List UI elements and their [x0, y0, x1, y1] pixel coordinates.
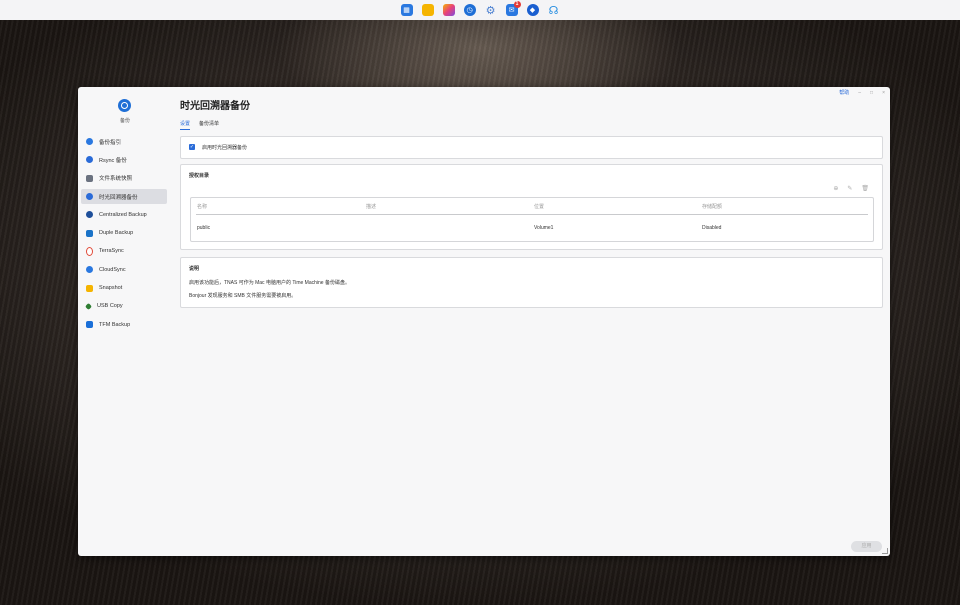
panel-title: 授权目录: [189, 173, 210, 179]
duple-backup-icon: [86, 229, 93, 237]
time-machine-icon: [86, 193, 93, 201]
app-label: 备份: [119, 118, 130, 124]
sidebar-item-guide[interactable]: 备份指引: [81, 134, 167, 149]
sidebar-item-usb-copy[interactable]: USB Copy: [81, 299, 167, 314]
rsync-icon: [86, 156, 93, 164]
sidebar-item-centralized-backup[interactable]: Centralized Backup: [81, 207, 167, 222]
shared-folder-panel: 授权目录 ⊕ ✎ 🗑 名称 描述 位置 存储配额 public Volume1: [180, 164, 883, 250]
notes-line: Bonjour 发现服务和 SMB 文件服务需要被启用。: [189, 293, 297, 299]
cell-name: public: [197, 225, 211, 231]
edit-icon[interactable]: ✎: [847, 185, 852, 192]
enable-checkbox[interactable]: ✓: [189, 144, 195, 150]
mail-icon[interactable]: ✉ 1: [505, 1, 521, 16]
snapshot-icon: [86, 284, 93, 292]
headset-icon[interactable]: ☊: [548, 4, 560, 17]
window-controls: 帮助 – □ ×: [839, 89, 885, 97]
help-link[interactable]: 帮助: [839, 89, 849, 96]
sidebar-item-fs-snapshot[interactable]: 文件系统快照: [81, 171, 167, 186]
cube-app-icon[interactable]: ◆: [526, 4, 539, 16]
apply-button[interactable]: 应用: [851, 541, 882, 552]
shared-folder-table: 名称 描述 位置 存储配额 public Volume1 Disabled: [190, 197, 874, 242]
enable-panel: ✓ 启用时光回溯器备份: [180, 136, 883, 159]
sidebar-item-label: Centralized Backup: [99, 211, 147, 218]
centralized-backup-icon: [86, 211, 93, 219]
header-divider: [196, 214, 868, 215]
top-taskbar: ▦ ◷ ⚙ ✉ 1 ◆ ☊: [0, 0, 960, 20]
column-header-quota[interactable]: 存储配额: [702, 203, 722, 210]
snapshot-fs-icon: [86, 174, 93, 182]
sidebar-nav: 备份指引 Rsync 备份 文件系统快照 时光回溯器备份 Centralized…: [81, 134, 167, 335]
sidebar: 备份 备份指引 Rsync 备份 文件系统快照 时光回溯器备份 Centrali…: [78, 87, 172, 556]
sidebar-item-tfm-backup[interactable]: TFM Backup: [81, 317, 167, 332]
sidebar-item-duple-backup[interactable]: Duple Backup: [81, 225, 167, 240]
sidebar-item-label: TerraSync: [99, 248, 124, 255]
settings-gear-icon[interactable]: ⚙: [485, 4, 497, 17]
cell-quota: Disabled: [702, 225, 722, 231]
table-toolbar: ⊕ ✎ 🗑: [833, 185, 869, 192]
column-header-name[interactable]: 名称: [197, 203, 207, 210]
sidebar-item-cloudsync[interactable]: CloudSync: [81, 262, 167, 277]
cloudsync-icon: [86, 266, 93, 274]
sidebar-item-label: USB Copy: [97, 303, 123, 310]
page-title: 时光回溯器备份: [180, 101, 250, 112]
guide-icon: [86, 138, 93, 146]
usb-copy-icon: [84, 302, 93, 310]
sidebar-item-label: Snapshot: [99, 285, 123, 292]
grid-app-icon[interactable]: ▦: [400, 4, 413, 16]
terrasync-icon: [86, 246, 93, 256]
resize-handle[interactable]: [882, 548, 888, 554]
close-icon[interactable]: ×: [882, 90, 885, 96]
cell-location: Volume1: [534, 225, 554, 231]
sidebar-item-label: 备份指引: [99, 139, 122, 146]
tfm-backup-icon: [86, 321, 93, 329]
main-content: 时光回溯器备份 设置 备份清单 ✓ 启用时光回溯器备份 授权目录 ⊕ ✎ 🗑 名…: [180, 100, 883, 308]
backup-app-icon: [118, 99, 131, 112]
notification-badge: 1: [513, 1, 521, 8]
sidebar-item-label: TFM Backup: [99, 321, 131, 328]
tab-backup-list[interactable]: 备份清单: [199, 120, 219, 130]
photos-icon[interactable]: [442, 4, 455, 16]
notes-panel: 说明 启用该功能后，TNAS 可作为 Mac 电脑用户的 Time Machin…: [180, 257, 883, 308]
tab-bar: 设置 备份清单: [180, 120, 883, 130]
notes-line: 启用该功能后，TNAS 可作为 Mac 电脑用户的 Time Machine 备…: [189, 280, 350, 286]
delete-icon[interactable]: 🗑: [861, 185, 869, 192]
sidebar-item-snapshot[interactable]: Snapshot: [81, 280, 167, 295]
folder-icon[interactable]: [421, 4, 434, 16]
sidebar-item-label: 文件系统快照: [99, 176, 133, 183]
column-header-description[interactable]: 描述: [366, 203, 376, 210]
backup-app-window: 帮助 – □ × 备份 备份指引 Rsync 备份 文件系统快照 时光回溯器备份…: [78, 87, 890, 556]
notes-title: 说明: [189, 266, 200, 272]
sidebar-item-time-machine[interactable]: 时光回溯器备份: [81, 188, 167, 205]
backup-clock-icon[interactable]: ◷: [463, 4, 476, 16]
sidebar-item-terrasync[interactable]: TerraSync: [81, 244, 167, 259]
sidebar-item-rsync[interactable]: Rsync 备份: [81, 152, 167, 167]
sidebar-item-label: 时光回溯器备份: [99, 194, 138, 201]
add-icon[interactable]: ⊕: [833, 185, 838, 192]
enable-checkbox-label[interactable]: 启用时光回溯器备份: [202, 144, 247, 151]
column-header-location[interactable]: 位置: [534, 203, 544, 210]
tab-settings[interactable]: 设置: [180, 120, 191, 130]
sidebar-item-label: CloudSync: [99, 266, 126, 273]
sidebar-item-label: Duple Backup: [99, 230, 134, 237]
minimize-icon[interactable]: –: [858, 90, 861, 96]
maximize-icon[interactable]: □: [870, 90, 873, 96]
sidebar-item-label: Rsync 备份: [99, 157, 127, 164]
